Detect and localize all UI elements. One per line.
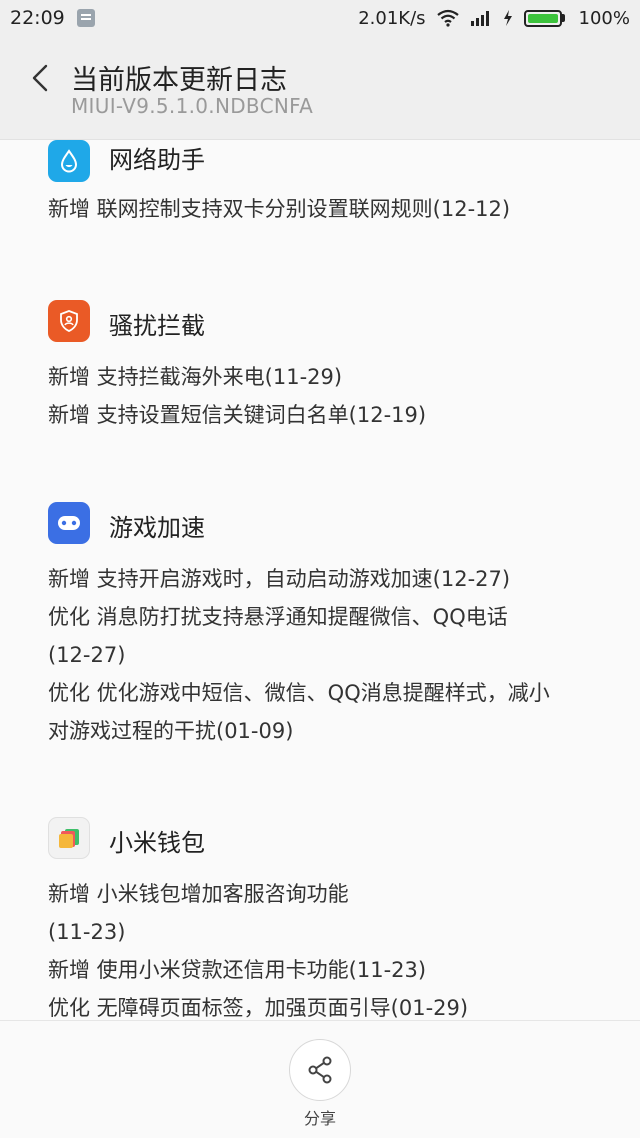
log-line: 新增 支持开启游戏时，自动启动游戏加速(12-27)	[48, 567, 511, 591]
log-line: 新增 使用小米贷款还信用卡功能(11-23)	[48, 958, 427, 982]
log-line: 新增 支持设置短信关键词白名单(12-19)	[48, 403, 427, 427]
changelog-screen: 22:09 2.01K/s 100% 当前版本更新日志 MIUI-V9.5.1.…	[0, 0, 640, 1138]
wallet-icon	[48, 817, 90, 859]
bottom-action-bar: 分享	[0, 1020, 640, 1138]
gamepad-icon	[48, 502, 90, 544]
share-button[interactable]	[289, 1039, 351, 1101]
status-bar: 22:09 2.01K/s 100%	[0, 0, 640, 36]
status-right: 2.01K/s 100%	[358, 8, 630, 29]
log-line: (12-27)	[48, 643, 126, 667]
battery-percent: 100%	[578, 7, 630, 29]
changelog-list[interactable]: 网络助手 新增 联网控制支持双卡分别设置联网规则(12-12) 骚扰拦截 新增 …	[0, 140, 640, 1020]
section-title: 小米钱包	[109, 829, 205, 857]
chevron-left-icon	[32, 64, 48, 92]
network-speed: 2.01K/s	[358, 7, 426, 29]
log-line: 对游戏过程的干扰(01-09)	[48, 719, 294, 743]
back-button[interactable]	[22, 56, 58, 100]
status-time: 22:09	[10, 7, 65, 29]
share-icon	[308, 1056, 332, 1084]
log-line: (11-23)	[48, 920, 126, 944]
signal-icon	[470, 11, 489, 26]
log-line: 新增 联网控制支持双卡分别设置联网规则(12-12)	[48, 197, 511, 221]
water-drop-icon	[48, 140, 90, 182]
section-title: 网络助手	[109, 146, 205, 174]
app-header: 当前版本更新日志 MIUI-V9.5.1.0.NDBCNFA	[0, 36, 640, 140]
section-title: 游戏加速	[109, 514, 205, 542]
shield-icon	[48, 300, 90, 342]
charging-icon	[503, 10, 512, 26]
battery-fill	[527, 13, 558, 23]
page-title: 当前版本更新日志	[71, 65, 287, 96]
version-subtitle: MIUI-V9.5.1.0.NDBCNFA	[71, 94, 314, 118]
section-title: 骚扰拦截	[109, 312, 205, 340]
log-line: 新增 小米钱包增加客服咨询功能	[48, 882, 349, 906]
log-line: 新增 支持拦截海外来电(11-29)	[48, 365, 343, 389]
log-line: 优化 无障碍页面标签，加强页面引导(01-29)	[48, 996, 469, 1020]
share-label: 分享	[303, 1109, 336, 1128]
notification-icon	[76, 9, 95, 27]
log-line: 优化 消息防打扰支持悬浮通知提醒微信、QQ电话	[48, 605, 508, 629]
battery-icon	[523, 9, 565, 27]
wifi-icon	[436, 9, 459, 27]
log-line: 优化 优化游戏中短信、微信、QQ消息提醒样式，减小	[48, 681, 550, 705]
